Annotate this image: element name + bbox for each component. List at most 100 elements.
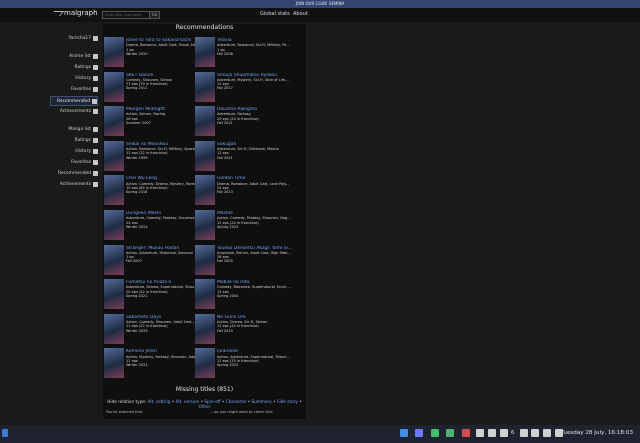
recommendation-card[interactable]: Dungeon Meshi Adventure, Comedy, Fantasy,… — [104, 210, 204, 242]
network-icon[interactable] — [400, 429, 408, 437]
cover-image[interactable] — [195, 37, 215, 67]
filter-alt-version[interactable]: Alt. version — [176, 399, 200, 404]
cover-image[interactable] — [195, 348, 215, 379]
bluetooth-icon[interactable] — [520, 429, 528, 437]
meta-line: Fall 2021 — [217, 120, 233, 125]
main-panel: Recommendations Josee to Tora to Sakana-… — [103, 24, 306, 419]
sidebar-item-anime-history[interactable]: History — [52, 74, 98, 82]
chat-icon[interactable] — [431, 429, 439, 437]
malgraph-logo[interactable]: malgraph — [52, 9, 98, 17]
favorites-icon — [93, 86, 98, 92]
recommendation-card[interactable]: Shoujo Shuumatsu Ryokou Adventure, Myster… — [195, 71, 295, 104]
recommendation-card[interactable]: Douama Rakigma Adventure, Fantasy 20 eps (… — [195, 106, 295, 138]
recommendation-card[interactable]: Sakamoto Days Action, Comedy, Shounen, Ad… — [104, 313, 204, 346]
sidebar-item-anime-list[interactable]: Anime list — [52, 52, 98, 60]
sidebar-item-anime-achievements[interactable]: Achievements — [52, 107, 98, 115]
meta-line: Spring 2018 — [126, 190, 148, 195]
calendar-icon[interactable] — [462, 429, 470, 437]
sidebar-item-manga-recommended[interactable]: Recommended — [52, 169, 98, 177]
top-banner[interactable]: JOIN OUR CLUB! SEMINA — [0, 0, 640, 8]
filter-side-story[interactable]: Side story — [277, 399, 298, 404]
recommendation-card[interactable]: Mashle Action, Comedy, Fantasy, Shounen, … — [195, 210, 295, 242]
card-info: Ijiranaide Action, Adventure, Supernatura… — [217, 348, 295, 380]
filter-alt-setting[interactable]: Alt. setting — [148, 399, 171, 404]
cover-image[interactable] — [195, 71, 215, 102]
cover-image[interactable] — [104, 313, 124, 344]
recommendation-card[interactable]: Chei Wu Looq Action, Comedy, Drama, Myste… — [104, 175, 204, 207]
discord-icon[interactable] — [415, 429, 423, 437]
logo-text: malgraph — [64, 9, 98, 17]
clock[interactable]: Tuesday 28 July, 16:18:03 — [561, 430, 633, 436]
recommendation-card[interactable]: Sakugan Adventure, Sci-Fi, Childcare, Mec… — [195, 140, 295, 173]
history-icon — [93, 75, 98, 81]
card-info: Tsuihai Densetsu Akagi: Yami ni... Suspen… — [217, 245, 295, 277]
recommendation-card[interactable]: SKET Dance Comedy, Shounen, School 77 eps … — [104, 71, 204, 104]
watched-column-header: You've watched this: — [106, 410, 143, 414]
cover-image[interactable] — [104, 140, 124, 171]
check-column-header: ...so you might want to check this: — [211, 410, 274, 414]
security-icon[interactable] — [500, 429, 508, 437]
cover-image[interactable] — [104, 37, 124, 67]
sidebar-item-manga-ratings[interactable]: Ratings — [52, 136, 98, 144]
cover-image[interactable] — [195, 210, 215, 240]
sidebar-item-anime-recommended[interactable]: Recommended — [50, 96, 98, 106]
filter-other[interactable]: Other — [199, 404, 211, 409]
volume-icon[interactable] — [531, 429, 539, 437]
cover-image[interactable] — [195, 279, 215, 310]
cover-image[interactable] — [195, 106, 215, 137]
sidebar-item-anime-favorites[interactable]: Favorites — [52, 85, 98, 93]
recommendation-card[interactable]: Seikai no Monshou Action, Romance, Sci-Fi… — [104, 140, 204, 173]
cover-image[interactable] — [104, 348, 124, 379]
sidebar-user[interactable]: Yamcha17 — [52, 34, 98, 42]
media-icon[interactable] — [446, 429, 454, 437]
sync-icon[interactable] — [476, 429, 484, 437]
recommendation-card[interactable]: Fumetsu no Anata e Adventure, Drama, Supe… — [104, 279, 204, 311]
card-info: SKET Dance Comedy, Shounen, School 77 eps … — [126, 72, 204, 104]
cover-image[interactable] — [195, 244, 215, 275]
global-stats-link[interactable]: Global stats — [260, 11, 290, 17]
sidebar-item-manga-achievements[interactable]: Achievements — [52, 180, 98, 188]
achievements-icon — [93, 108, 98, 114]
cover-image[interactable] — [104, 175, 124, 206]
meta-line: Fall 2017 — [217, 86, 233, 91]
recommendation-card[interactable]: Ijiranaide Action, Adventure, Supernatura… — [195, 348, 295, 380]
search-button[interactable]: Go — [149, 11, 160, 19]
recommendation-card[interactable]: Stranger: Mukou Hadan Action, Adventure, … — [104, 244, 204, 277]
meta-line: Fall 2007 — [126, 259, 142, 264]
clipboard-icon[interactable] — [488, 429, 496, 437]
meta-line: Fall 2013 — [217, 190, 233, 195]
meta-line: Winter 1999 — [126, 155, 148, 160]
card-info: Douama Rakigma Adventure, Fantasy 20 eps (… — [217, 106, 295, 138]
filter-summary[interactable]: Summary — [252, 399, 272, 404]
cover-image[interactable] — [104, 71, 124, 102]
start-menu-icon[interactable] — [2, 429, 8, 437]
about-link[interactable]: About — [293, 11, 308, 17]
recommendation-card[interactable]: Mangen Midnight Action, Seinen, Racing 26 … — [104, 106, 204, 138]
search-input[interactable]: Enter MAL username — [102, 11, 150, 19]
cover-image[interactable] — [195, 313, 215, 344]
sidebar-item-manga-favorites[interactable]: Favorites — [52, 158, 98, 166]
sidebar-item-manga-list[interactable]: Manga list — [52, 125, 98, 133]
recommendation-card[interactable]: Golden Time Drama, Romance, Adult Cast, L… — [195, 175, 295, 207]
recommendation-card[interactable]: Telaria Adventure, Romance, Sci-Fi, Milit… — [195, 37, 295, 69]
cover-image[interactable] — [104, 210, 124, 240]
sidebar-item-anime-ratings[interactable]: Ratings — [52, 63, 98, 71]
filter-character[interactable]: Character — [226, 399, 247, 404]
recommendation-card[interactable]: Josee to Tora to Sakana-tachi Drama, Roma… — [104, 37, 204, 69]
cover-image[interactable] — [195, 140, 215, 171]
recommended-icon — [93, 170, 98, 176]
recommendation-card[interactable]: Kemono Jihen Action, Mystery, Fantasy, Sh… — [104, 348, 204, 380]
sidebar-item-manga-history[interactable]: History — [52, 147, 98, 155]
cover-image[interactable] — [104, 244, 124, 275]
cover-image[interactable] — [104, 279, 124, 310]
card-info: No Guns Life Action, Drama, Sci-Fi, Seine… — [217, 314, 295, 346]
cover-image[interactable] — [195, 175, 215, 206]
meta-line: Action, Adventure, Historical, Samurai — [126, 250, 193, 255]
music-icon[interactable] — [543, 429, 551, 437]
recommendation-card[interactable]: No Guns Life Action, Drama, Sci-Fi, Seine… — [195, 313, 295, 346]
logo-icon — [52, 11, 62, 16]
recommendation-card[interactable]: Mobile no Hito Comedy, Romance, Supernatu… — [195, 279, 295, 311]
cover-image[interactable] — [104, 106, 124, 137]
recommendation-card[interactable]: Tsuihai Densetsu Akagi: Yami ni... Suspen… — [195, 244, 295, 277]
meta-line: Adventure, Comedy, Fantasy, Gourmet,... — [126, 216, 199, 221]
